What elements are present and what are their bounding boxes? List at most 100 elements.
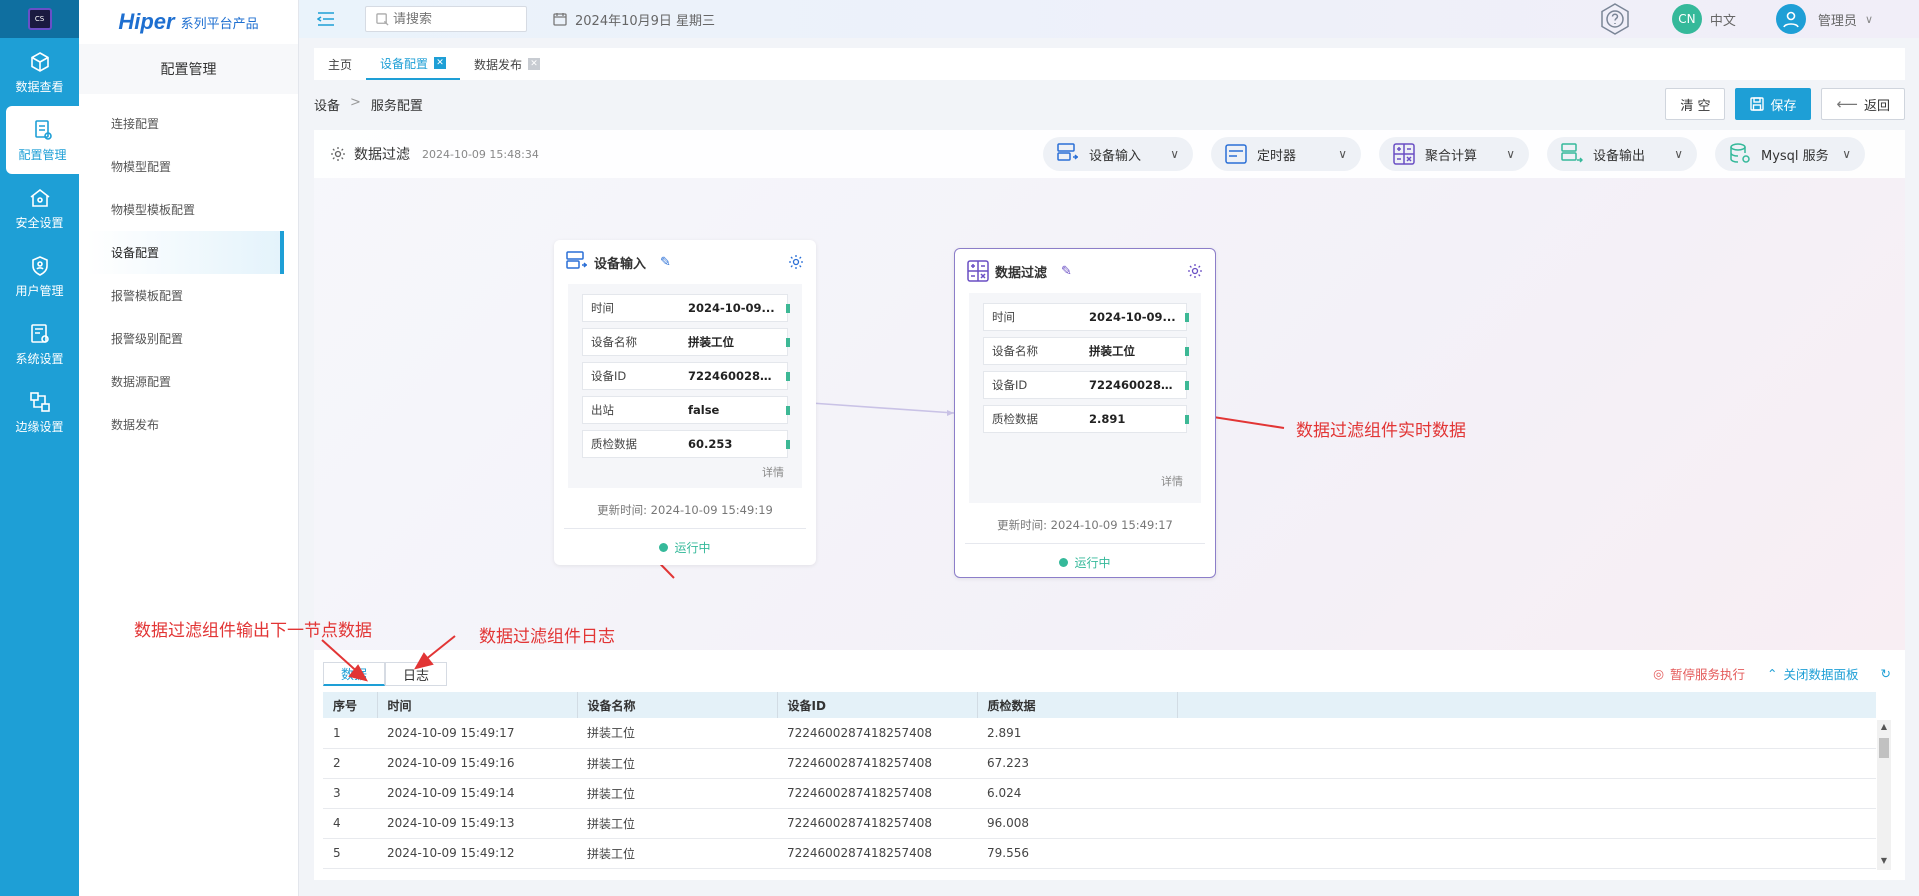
output-port[interactable] xyxy=(1185,415,1189,424)
scrollbar[interactable]: ▲ ▼ xyxy=(1877,720,1891,870)
output-port[interactable] xyxy=(786,338,790,347)
user-name[interactable]: 管理员 xyxy=(1818,10,1857,29)
menu-item-alarm-level[interactable]: 报警级别配置 xyxy=(79,317,298,360)
menu-item-connection[interactable]: 连接配置 xyxy=(79,102,298,145)
clear-button-label: 清 空 xyxy=(1680,98,1711,114)
menu-item-datasource[interactable]: 数据源配置 xyxy=(79,360,298,403)
close-icon[interactable]: ✕ xyxy=(434,57,447,69)
table-header-row: 序号 时间 设备名称 设备ID 质检数据 xyxy=(323,692,1876,718)
menu-item-thing-model-template[interactable]: 物模型模板配置 xyxy=(79,188,298,231)
menu-item-device-config[interactable]: 设备配置 xyxy=(87,231,284,274)
help-icon[interactable] xyxy=(1598,2,1632,36)
scroll-thumb[interactable] xyxy=(1879,738,1889,758)
output-port[interactable] xyxy=(786,372,790,381)
table-row[interactable]: 3 2024-10-09 15:49:14 拼装工位 7224600287418257… xyxy=(323,778,1876,809)
field-value: 2.891 xyxy=(1089,412,1126,426)
breadcrumb-root[interactable]: 设备 xyxy=(314,95,340,114)
clear-button[interactable]: 清 空 xyxy=(1665,88,1726,120)
pause-service-button[interactable]: ◎ 暂停服务执行 xyxy=(1653,664,1745,683)
node-field: 时间 2024-10-09... xyxy=(582,294,790,322)
save-button[interactable]: 保存 xyxy=(1735,88,1812,120)
table-header[interactable]: 设备名称 xyxy=(577,692,778,718)
lang-switch[interactable]: 中文 xyxy=(1710,10,1736,29)
annotation-log: 数据过滤组件日志 xyxy=(479,627,615,647)
field-key: 质检数据 xyxy=(591,437,637,451)
node-header: 设备输入 ✎ xyxy=(554,240,816,284)
rail-item-data-view[interactable]: 数据查看 xyxy=(0,38,79,106)
table-header[interactable]: 质检数据 xyxy=(977,692,1178,718)
scroll-down-icon[interactable]: ▼ xyxy=(1877,854,1891,868)
search-box[interactable] xyxy=(365,6,527,32)
close-panel-button[interactable]: ⌃ 关闭数据面板 xyxy=(1767,664,1859,683)
rail-item-label: 用户管理 xyxy=(15,283,64,298)
table-row[interactable]: 1 2024-10-09 15:49:17 拼装工位 7224600287418257… xyxy=(323,718,1876,749)
cell-empty xyxy=(1177,838,1876,869)
cell: 7224600287418257408 xyxy=(777,778,977,809)
app-logo-mark: CS xyxy=(27,8,52,30)
table-header[interactable]: 时间 xyxy=(377,692,578,718)
current-date: 2024年10月9日 星期三 xyxy=(553,10,715,29)
top-bar: 2024年10月9日 星期三 CN 中文 管理员 ∨ xyxy=(299,0,1919,38)
table-row[interactable]: 4 2024-10-09 15:49:13 拼装工位 7224600287418257… xyxy=(323,808,1876,839)
tab-data-publish[interactable]: 数据发布 ✕ xyxy=(460,48,554,80)
cell-empty xyxy=(1177,718,1876,749)
tab-log[interactable]: 日志 xyxy=(385,662,447,686)
detail-link[interactable]: 详情 xyxy=(568,464,802,484)
user-icon xyxy=(1783,11,1799,28)
security-icon xyxy=(30,188,49,207)
flow-canvas[interactable]: 数据过滤 2024-10-09 15:48:34 设备输入 ∨ 定时器 ∨ 聚合计算… xyxy=(134,130,1905,650)
table-row[interactable]: 2 2024-10-09 15:49:16 拼装工位 7224600287418257… xyxy=(323,748,1876,779)
node-device-input[interactable]: 设备输入 ✎ 时间 2024-10-09... 设备名称 拼装工位 设备ID 7224… xyxy=(554,240,816,565)
tab-device-config[interactable]: 设备配置 ✕ xyxy=(366,48,461,80)
rail-item-config[interactable]: 配置管理 xyxy=(6,106,79,174)
rail-item-users[interactable]: 用户管理 xyxy=(0,242,79,310)
rail-item-label: 数据查看 xyxy=(15,79,64,94)
table-header[interactable]: 设备ID xyxy=(777,692,978,718)
status-badge: 运行中 xyxy=(554,539,816,556)
edit-icon[interactable]: ✎ xyxy=(660,255,671,270)
avatar[interactable] xyxy=(1775,4,1806,34)
menu-item-thing-model[interactable]: 物模型配置 xyxy=(79,145,298,188)
icon-rail: CS 数据查看 配置管理 安全设置 用户管理 系统设置 边缘设置 xyxy=(0,0,79,896)
menu-collapse-icon[interactable] xyxy=(317,12,335,26)
output-port[interactable] xyxy=(1185,347,1189,356)
output-port[interactable] xyxy=(1185,381,1189,390)
rail-item-edge[interactable]: 边缘设置 xyxy=(0,378,79,446)
output-port[interactable] xyxy=(786,406,790,415)
breadcrumb: 设备 > 服务配置 xyxy=(314,95,423,114)
rail-item-system[interactable]: 系统设置 xyxy=(0,310,79,378)
rail-item-security[interactable]: 安全设置 xyxy=(0,174,79,242)
detail-link[interactable]: 详情 xyxy=(969,473,1201,493)
back-button[interactable]: ⟵ 返回 xyxy=(1821,88,1905,120)
scroll-up-icon[interactable]: ▲ xyxy=(1877,720,1891,734)
node-data-filter[interactable]: 数据过滤 ✎ 时间 2024-10-09... 设备名称 拼装工位 设备ID 7224… xyxy=(954,248,1216,578)
output-port[interactable] xyxy=(786,440,790,449)
search-input[interactable] xyxy=(393,11,513,27)
output-port[interactable] xyxy=(1185,313,1189,322)
cell: 2 xyxy=(323,748,377,779)
field-key: 时间 xyxy=(992,310,1015,324)
refresh-button[interactable]: ↻ xyxy=(1881,664,1891,683)
cell: 96.008 xyxy=(977,808,1177,839)
node-field: 出站 false xyxy=(582,396,790,424)
table-header[interactable]: 序号 xyxy=(323,692,378,718)
field-value: 拼装工位 xyxy=(688,335,734,349)
gear-icon[interactable] xyxy=(788,254,804,270)
edit-icon[interactable]: ✎ xyxy=(1061,264,1072,279)
menu-item-alarm-template[interactable]: 报警模板配置 xyxy=(79,274,298,317)
node-updated-time: 更新时间: 2024-10-09 15:49:17 xyxy=(997,518,1173,532)
rail-item-label: 安全设置 xyxy=(15,215,64,230)
chevron-down-icon[interactable]: ∨ xyxy=(1865,13,1873,26)
scroll-track[interactable] xyxy=(1877,762,1891,854)
close-icon[interactable]: ✕ xyxy=(528,58,541,70)
tab-data[interactable]: 数据 xyxy=(323,662,385,686)
output-port[interactable] xyxy=(786,304,790,313)
tab-label: 数据发布 xyxy=(474,57,523,72)
cell: 6.024 xyxy=(977,778,1177,809)
tab-home[interactable]: 主页 xyxy=(314,48,366,80)
table-row[interactable]: 5 2024-10-09 15:49:12 拼装工位 7224600287418257… xyxy=(323,838,1876,869)
lang-badge[interactable]: CN xyxy=(1671,4,1702,34)
menu-item-data-publish[interactable]: 数据发布 xyxy=(79,403,298,446)
gear-icon[interactable] xyxy=(1187,263,1203,279)
field-key: 设备名称 xyxy=(591,335,637,349)
